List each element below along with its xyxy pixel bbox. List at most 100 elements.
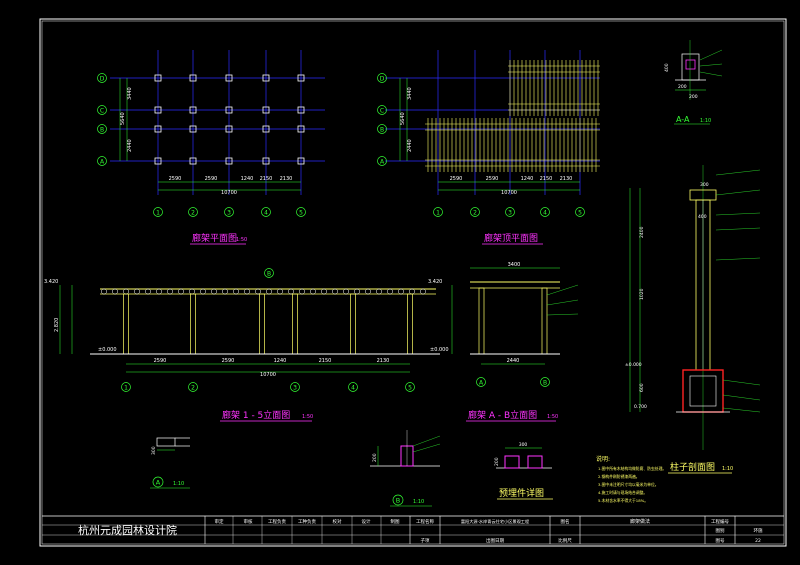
svg-text:1:50: 1:50	[547, 414, 558, 420]
svg-text:300: 300	[151, 446, 157, 455]
svg-text:图名: 图名	[561, 518, 570, 525]
svg-text:5: 5	[578, 210, 582, 217]
svg-text:400: 400	[664, 63, 670, 72]
svg-text:2150: 2150	[260, 176, 273, 182]
svg-text:1240: 1240	[521, 176, 534, 182]
svg-text:2130: 2130	[280, 176, 293, 182]
svg-text:5640: 5640	[120, 112, 126, 125]
svg-text:3.420: 3.420	[44, 279, 58, 285]
svg-text:10700: 10700	[221, 190, 237, 196]
svg-text:3400: 3400	[508, 262, 521, 268]
svg-text:3440: 3440	[127, 87, 133, 100]
svg-text:1020: 1020	[639, 288, 645, 300]
svg-text:3: 3	[293, 385, 297, 392]
svg-text:设计: 设计	[362, 518, 371, 525]
svg-text:2: 2	[473, 210, 477, 217]
project-name: 富阳大源·水岸青云住宅小区景观工程	[461, 518, 530, 525]
svg-text:A: A	[156, 479, 161, 487]
svg-text:200: 200	[494, 457, 500, 466]
svg-text:环施: 环施	[754, 527, 763, 534]
svg-text:校对: 校对	[333, 518, 342, 525]
svg-text:C: C	[380, 108, 384, 115]
svg-text:工程负责: 工程负责	[268, 518, 286, 525]
svg-text:1:50: 1:50	[236, 237, 247, 243]
svg-text:D: D	[100, 76, 105, 83]
svg-text:600: 600	[639, 383, 645, 392]
svg-text:10700: 10700	[260, 372, 276, 378]
svg-text:±0.000: ±0.000	[625, 362, 642, 368]
svg-text:工种负责: 工种负责	[298, 518, 316, 525]
svg-text:2440: 2440	[507, 358, 520, 364]
svg-text:3: 3	[508, 210, 512, 217]
svg-text:2: 2	[191, 385, 195, 392]
svg-text:B: B	[543, 380, 547, 387]
svg-text:3: 3	[227, 210, 231, 217]
svg-text:1: 1	[436, 210, 440, 217]
svg-text:C: C	[100, 108, 104, 115]
svg-text:200: 200	[689, 94, 698, 100]
svg-text:2590: 2590	[154, 358, 167, 364]
svg-text:出图日期: 出图日期	[486, 537, 504, 544]
svg-text:5: 5	[299, 210, 303, 217]
svg-text:工程编号: 工程编号	[711, 518, 729, 525]
svg-text:图号: 图号	[716, 538, 725, 544]
company-name: 杭州元成园林设计院	[78, 523, 177, 537]
svg-text:1: 1	[124, 385, 128, 392]
svg-text:4: 4	[264, 210, 268, 217]
svg-text:3.420: 3.420	[428, 279, 442, 285]
svg-text:1240: 1240	[274, 358, 287, 364]
cad-drawing-sheet: D C B A 3440 5640 2440 2590 2590 1240 21…	[0, 0, 800, 565]
svg-text:1: 1	[156, 210, 160, 217]
column-section-title: 柱子剖面图	[670, 461, 715, 473]
svg-text:4: 4	[351, 385, 355, 392]
svg-text:2: 2	[191, 210, 195, 217]
svg-text:审核: 审核	[244, 518, 253, 525]
roof-title: 廊架顶平面图	[484, 232, 538, 244]
svg-text:1.图中所有木结构均做防腐、防虫处理。: 1.图中所有木结构均做防腐、防虫处理。	[598, 466, 666, 471]
svg-text:A-A: A-A	[676, 115, 690, 124]
svg-text:5640: 5640	[400, 112, 406, 125]
svg-text:1:10: 1:10	[700, 118, 711, 124]
svg-text:2590: 2590	[486, 176, 499, 182]
svg-text:5: 5	[408, 385, 412, 392]
svg-text:±0.000: ±0.000	[98, 347, 117, 353]
svg-text:300: 300	[519, 442, 528, 448]
svg-text:200: 200	[678, 84, 687, 90]
svg-text:1:10: 1:10	[173, 481, 184, 487]
svg-text:2590: 2590	[222, 358, 235, 364]
svg-text:2590: 2590	[450, 176, 463, 182]
embed-detail-title: 预埋件详图	[499, 487, 544, 499]
svg-text:5.木材含水率不得大于18%。: 5.木材含水率不得大于18%。	[598, 498, 648, 503]
svg-text:10700: 10700	[501, 190, 517, 196]
svg-text:1:10: 1:10	[722, 466, 733, 472]
plan-title: 廊架平面图	[192, 232, 237, 244]
svg-text:2590: 2590	[205, 176, 218, 182]
svg-text:4.施工时请与现场结合调整。: 4.施工时请与现场结合调整。	[598, 490, 647, 495]
svg-text:1:50: 1:50	[302, 414, 313, 420]
svg-text:3.图中未注明尺寸均以毫米为单位。: 3.图中未注明尺寸均以毫米为单位。	[598, 482, 659, 487]
svg-text:1:10: 1:10	[413, 499, 424, 505]
elevation-1-5-title: 廊架 1 - 5立面图	[222, 409, 290, 421]
svg-text:B: B	[380, 127, 384, 134]
sheet-number: 22	[755, 538, 761, 544]
roof-slats-upper	[508, 60, 600, 116]
svg-text:图别: 图别	[716, 527, 725, 534]
svg-text:子项: 子项	[421, 537, 430, 544]
svg-text:2440: 2440	[127, 139, 133, 152]
svg-text:比例尺: 比例尺	[558, 537, 572, 544]
svg-text:300: 300	[700, 182, 709, 188]
svg-text:说明:: 说明:	[596, 455, 610, 463]
svg-text:2590: 2590	[169, 176, 182, 182]
svg-text:工程名称: 工程名称	[416, 518, 434, 525]
svg-text:B: B	[100, 127, 104, 134]
svg-text:1240: 1240	[241, 176, 254, 182]
svg-text:审定: 审定	[215, 518, 224, 525]
svg-text:B: B	[267, 271, 271, 278]
svg-text:400: 400	[698, 214, 707, 220]
svg-text:2150: 2150	[540, 176, 553, 182]
svg-text:2440: 2440	[407, 139, 413, 152]
drawing-name: 廊架做法	[630, 518, 650, 525]
svg-text:B: B	[396, 497, 400, 505]
svg-text:2400: 2400	[639, 226, 645, 238]
svg-text:D: D	[380, 76, 385, 83]
